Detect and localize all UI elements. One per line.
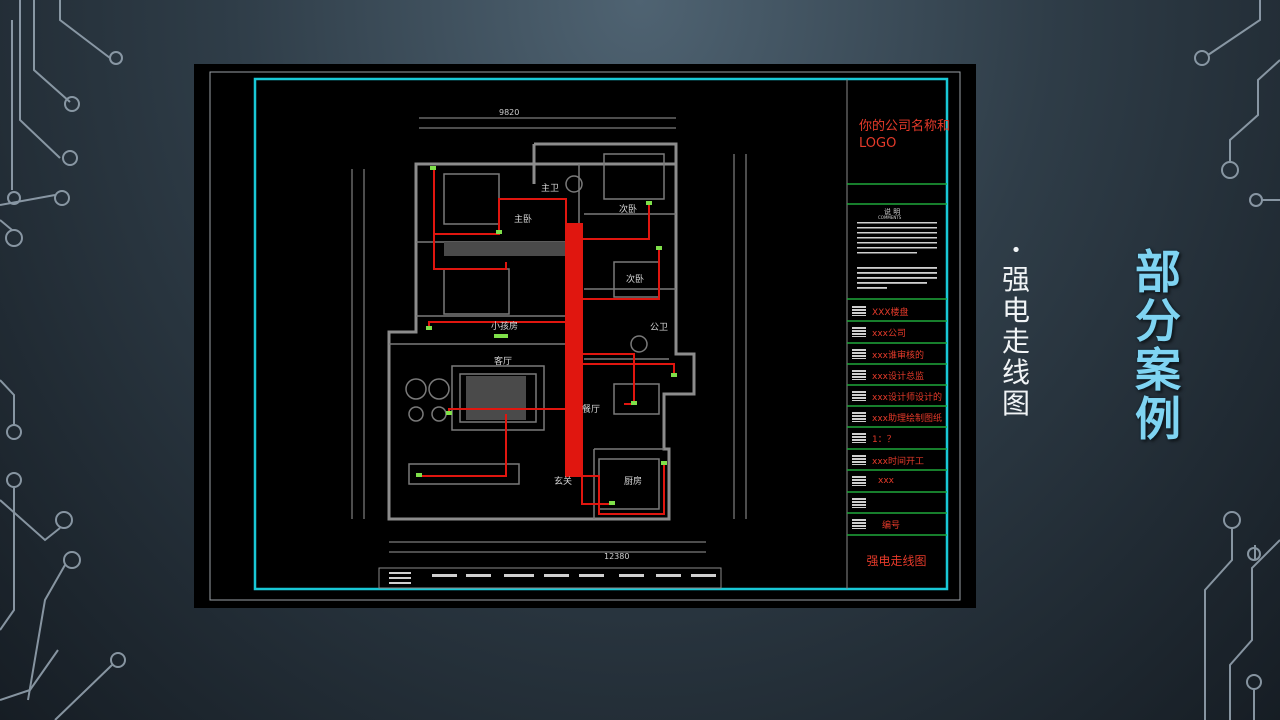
room-kitchen: 厨房 (624, 477, 643, 487)
tb-scale: 1：？ (849, 428, 944, 448)
tb-company: xxx公司 (849, 322, 944, 342)
room-public-bath: 公卫 (650, 323, 669, 333)
tb-designer: xxx设计师设计的 (849, 386, 944, 406)
room-dining: 餐厅 (582, 405, 601, 415)
room-master-bath: 主卫 (541, 184, 560, 194)
room-master-bed: 主卧 (514, 215, 533, 225)
room-second-bed-2: 次卧 (626, 275, 645, 285)
tb-start-date: xxx时间开工 (849, 450, 944, 470)
tb-empty (849, 493, 944, 513)
tb-reviewer: xxx谁审核的 (849, 344, 944, 364)
tb-director: xxx设计总监 (849, 365, 944, 385)
bullet-dot: • (1010, 240, 1022, 261)
room-kids: 小孩房 (491, 322, 519, 332)
cad-drawing: 9820 12380 主卫 主卧 次卧 次卧 小孩房 公卫 客厅 餐厅 玄关 厨… (194, 64, 976, 608)
tb-number: 编号 (849, 514, 944, 534)
notes-subtitle: COMMENTS (878, 215, 902, 220)
dim-bottom-total: 12380 (604, 552, 630, 561)
drawing-title: 强电走线图 (866, 554, 927, 568)
company-logo-text: 你的公司名称和LOGO (859, 119, 951, 151)
tb-drafter: xxx助理绘制图纸 (849, 407, 944, 427)
room-second-bed-1: 次卧 (619, 205, 638, 215)
room-foyer: 玄关 (554, 477, 573, 487)
drawing-frame (253, 77, 949, 591)
bullet-item: • 强电走线图 (996, 240, 1036, 419)
tb-project: XXX楼盘 (849, 301, 944, 321)
room-living: 客厅 (494, 357, 513, 367)
dim-top-total: 9820 (499, 108, 520, 117)
bullet-label: 强电走线图 (1001, 263, 1030, 420)
tb-misc: xxx (849, 471, 944, 491)
slide-heading: 部分案例 (1135, 245, 1181, 446)
